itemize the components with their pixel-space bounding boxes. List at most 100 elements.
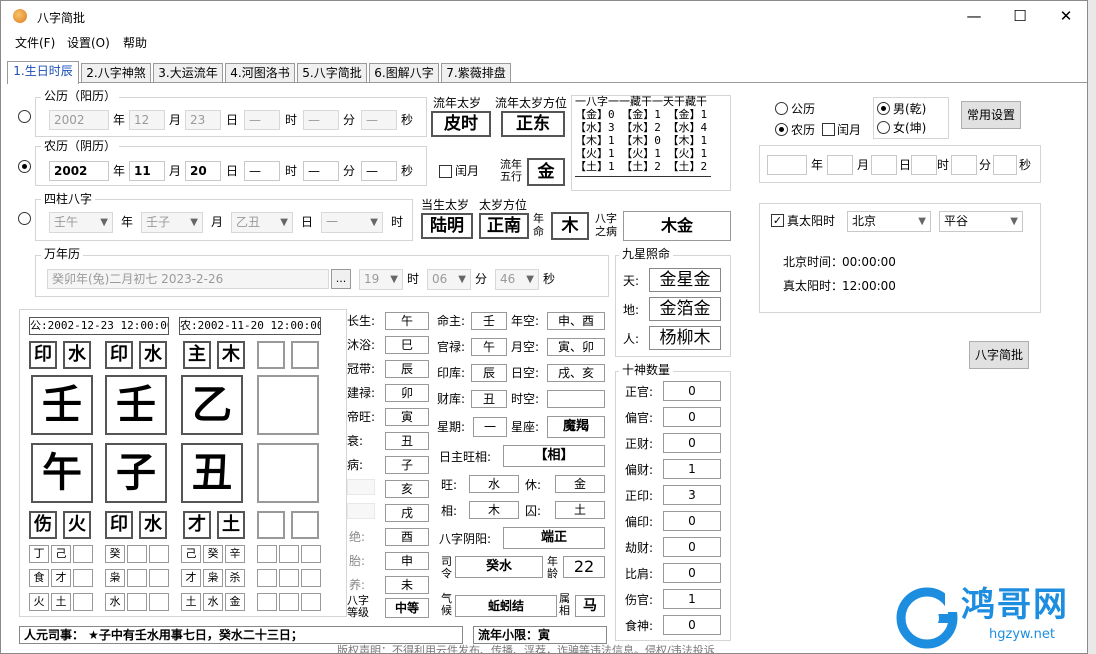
hidden-shishen: 才 xyxy=(181,569,201,587)
day-kong-label: 日空: xyxy=(511,366,540,380)
lunar-second-field[interactable]: — xyxy=(361,161,397,181)
dt-hour-field[interactable] xyxy=(911,155,937,175)
gregorian-year-field[interactable]: 2002 xyxy=(49,110,109,130)
gregorian-month-field[interactable]: 12 xyxy=(129,110,165,130)
female-radio[interactable] xyxy=(877,121,890,134)
dt-month-field[interactable] xyxy=(827,155,853,175)
gregorian-mode-radio[interactable] xyxy=(775,102,788,115)
shishen-bottom-empty xyxy=(257,511,285,539)
hidden-stem: 己 xyxy=(51,545,71,563)
dt-second-field[interactable] xyxy=(993,155,1017,175)
male-label: 男(乾) xyxy=(893,102,927,116)
xiang-value: 木 xyxy=(469,501,519,519)
year-kong-value: 申、酉 xyxy=(547,312,605,330)
dt-minute-field[interactable] xyxy=(951,155,977,175)
lunar-leap-checkbox[interactable] xyxy=(439,165,452,178)
hidden-stem: 丁 xyxy=(29,545,49,563)
pillar-year-select[interactable]: 壬午 ▼ xyxy=(49,212,113,233)
leap-mode-checkbox[interactable] xyxy=(822,123,835,136)
calendar-second-value: 46 xyxy=(500,272,516,286)
tian-value: 金星金 xyxy=(649,268,721,292)
close-button[interactable]: ✕ xyxy=(1043,3,1087,29)
wang-value: 水 xyxy=(469,475,519,493)
xiu-value: 金 xyxy=(555,475,605,493)
pillar-day-select[interactable]: 乙丑 ▼ xyxy=(231,212,293,233)
hidden-stem xyxy=(149,545,169,563)
stage-value: 戌 xyxy=(385,504,429,522)
lunar-month-field[interactable]: 11 xyxy=(129,161,165,181)
hidden-element: 水 xyxy=(105,593,125,611)
tab-shensha[interactable]: 2.八字神煞 xyxy=(81,63,151,83)
lunar-month-label: 月 xyxy=(169,164,182,178)
calendar-minute-label: 分 xyxy=(475,272,488,286)
leap-mode-label: 闰月 xyxy=(837,123,862,137)
bazi-bing-value: 木金 xyxy=(623,211,731,241)
ren-value: 杨柳木 xyxy=(649,326,721,350)
calendar-second-select[interactable]: 46 ▼ xyxy=(495,269,539,290)
lunar-mode-radio[interactable] xyxy=(775,123,788,136)
lunar-day-field[interactable]: 20 xyxy=(185,161,221,181)
shishen-count-value: 0 xyxy=(663,537,721,557)
liunian-taisui-label: 流年太岁 xyxy=(433,96,482,110)
hidden-element: 金 xyxy=(225,593,245,611)
hidden-stem: 癸 xyxy=(203,545,223,563)
tab-hetu[interactable]: 4.河图洛书 xyxy=(225,63,295,83)
calendar-date-field[interactable]: 癸卯年(兔)二月初七 2023-2-26 xyxy=(47,269,329,289)
gregorian-radio[interactable] xyxy=(18,110,31,123)
dt-day-field[interactable] xyxy=(871,155,897,175)
shishen-top-empty xyxy=(257,341,285,369)
maximize-button[interactable]: ☐ xyxy=(997,3,1043,29)
tab-jianpi[interactable]: 5.八字简批 xyxy=(297,63,367,83)
menu-file[interactable]: 文件(F) xyxy=(15,34,55,51)
pillars-radio[interactable] xyxy=(18,212,31,225)
hour-kong-value xyxy=(547,390,605,408)
calendar-hour-select[interactable]: 19 ▼ xyxy=(359,269,403,290)
shuxiang-label2: 相 xyxy=(559,604,570,617)
gregorian-day-field[interactable]: 23 xyxy=(185,110,221,130)
hidden-element: 火 xyxy=(29,593,49,611)
district-select[interactable]: 平谷 ▼ xyxy=(939,211,1023,232)
gregorian-minute-field[interactable]: — xyxy=(303,110,339,130)
age-label2: 龄 xyxy=(547,567,558,580)
shishen-bottom: 印 xyxy=(105,511,133,539)
true-solar-checkbox[interactable]: ✓ xyxy=(771,214,784,227)
city-select[interactable]: 北京 ▼ xyxy=(847,211,931,232)
jianpi-button[interactable]: 八字简批 xyxy=(969,341,1029,369)
branch-month: 子 xyxy=(105,443,167,503)
menu-settings[interactable]: 设置(O) xyxy=(67,34,110,51)
male-radio[interactable] xyxy=(877,102,890,115)
tab-tujie[interactable]: 6.图解八字 xyxy=(369,63,439,83)
yinyang-value: 端正 xyxy=(503,527,605,549)
hidden-element xyxy=(279,593,299,611)
common-settings-button[interactable]: 常用设置 xyxy=(961,101,1021,129)
calendar-second-label: 秒 xyxy=(543,272,556,286)
pillar-hour-select[interactable]: 一 ▼ xyxy=(321,212,383,233)
yin-ku-label: 印库: xyxy=(437,366,466,380)
gregorian-hour-field[interactable]: — xyxy=(244,110,280,130)
lunar-year-field[interactable]: 2002 xyxy=(49,161,109,181)
dt-year-field[interactable] xyxy=(767,155,807,175)
menu-help[interactable]: 帮助 xyxy=(123,34,147,51)
watermark-url: hgzyw.net xyxy=(989,627,1055,642)
lunar-minute-field[interactable]: — xyxy=(303,161,339,181)
hidden-stem xyxy=(127,545,147,563)
calendar-minute-select[interactable]: 06 ▼ xyxy=(427,269,471,290)
pillar-month-select[interactable]: 壬子 ▼ xyxy=(141,212,203,233)
lunar-day-label: 日 xyxy=(226,164,239,178)
stage-label: 沐浴: xyxy=(347,338,376,352)
hidden-shishen: 杀 xyxy=(225,569,245,587)
calendar-browse-button[interactable]: ... xyxy=(331,269,351,289)
siling-value: 癸水 xyxy=(455,556,543,578)
gregorian-second-field[interactable]: — xyxy=(361,110,397,130)
lunar-hour-field[interactable]: — xyxy=(244,161,280,181)
shishen-count-value: 1 xyxy=(663,459,721,479)
lunar-radio[interactable] xyxy=(18,160,31,173)
dt-minute-label: 分 xyxy=(979,158,992,172)
minimize-button[interactable]: — xyxy=(951,3,997,29)
tab-dayun[interactable]: 3.大运流年 xyxy=(153,63,223,83)
tab-birth[interactable]: 1.生日时辰 xyxy=(7,61,79,84)
canggan-header: 一八字一一藏干一天干藏干 xyxy=(575,95,707,108)
lunar-leap-label: 闰月 xyxy=(455,164,480,178)
tab-ziwei[interactable]: 7.紫薇排盘 xyxy=(441,63,511,83)
hidden-shishen: 枭 xyxy=(203,569,223,587)
